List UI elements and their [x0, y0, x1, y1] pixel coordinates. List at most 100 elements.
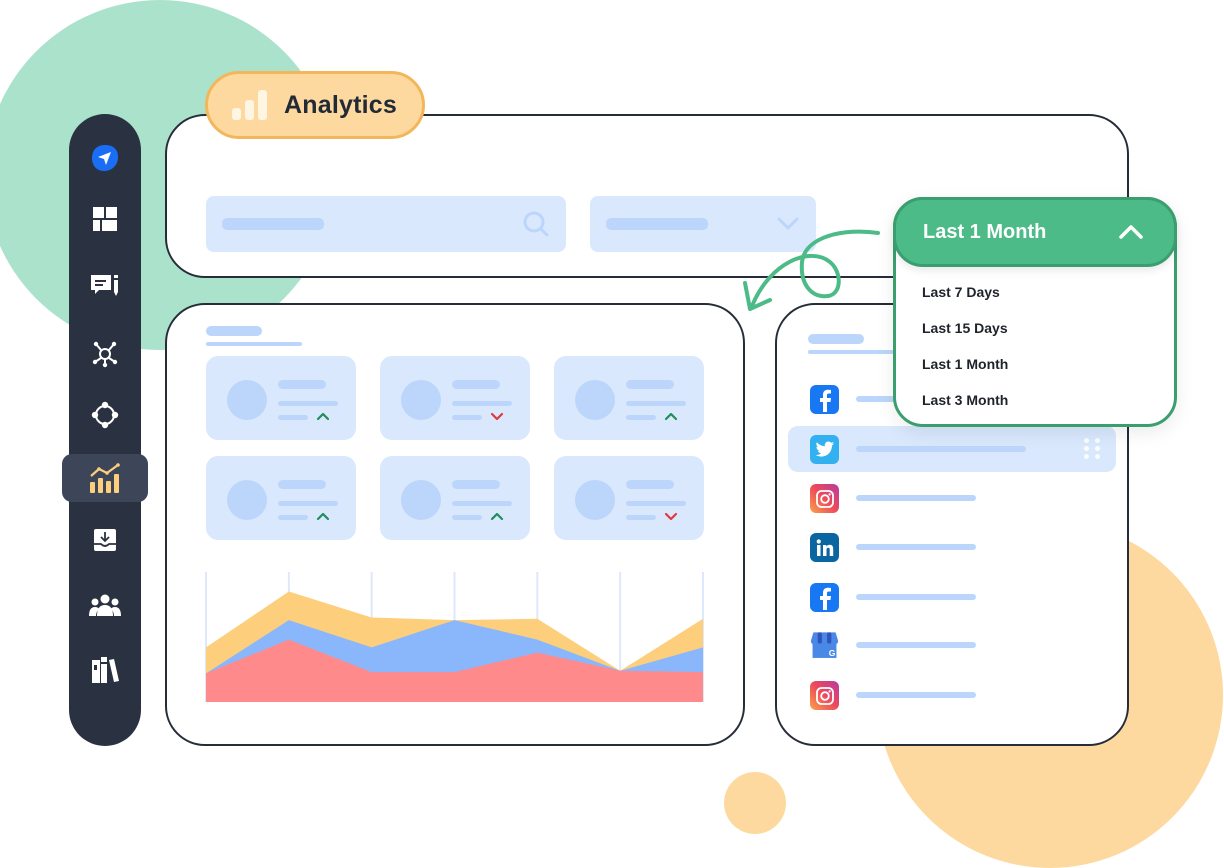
social-subheading-placeholder: [808, 350, 904, 354]
workflow-nodes-icon: [91, 401, 119, 429]
sidebar: [62, 114, 148, 746]
stat-card[interactable]: [380, 456, 530, 540]
trend-up-icon: [490, 512, 504, 521]
date-option-15-days[interactable]: Last 15 Days: [922, 316, 1008, 352]
stat-avatar: [401, 480, 441, 520]
send-logo-icon: [92, 145, 118, 171]
stat-avatar: [575, 380, 615, 420]
sidebar-item-compose[interactable]: [69, 262, 141, 310]
stat-delta-placeholder: [626, 415, 656, 420]
social-account-row-google-business[interactable]: G: [788, 622, 1116, 668]
drag-handle-icon[interactable]: [1084, 438, 1102, 460]
stat-delta-placeholder: [278, 515, 308, 520]
sidebar-item-team[interactable]: [69, 581, 141, 629]
stat-label-placeholder: [626, 480, 674, 489]
network-hub-icon: [92, 341, 118, 368]
date-range-options: Last 7 Days Last 15 Days Last 1 Month La…: [922, 280, 1008, 424]
stat-avatar: [575, 480, 615, 520]
trend-up-icon: [664, 412, 678, 421]
trend-down-icon: [490, 412, 504, 421]
search-placeholder-bar: [222, 218, 324, 230]
twitter-icon: [810, 435, 839, 464]
stat-card[interactable]: [554, 456, 704, 540]
stat-avatar: [227, 380, 267, 420]
stat-delta-placeholder: [452, 515, 482, 520]
social-account-name-placeholder: [856, 594, 976, 600]
social-account-name-placeholder: [856, 544, 976, 550]
sidebar-item-analytics[interactable]: [62, 454, 148, 502]
instagram-icon: [810, 484, 839, 513]
stat-label-placeholder: [452, 380, 500, 389]
sidebar-item-library[interactable]: [69, 646, 141, 694]
trend-up-icon: [316, 512, 330, 521]
stat-delta-placeholder: [626, 515, 656, 520]
stat-card[interactable]: [380, 356, 530, 440]
stat-value-placeholder: [452, 401, 512, 406]
stat-delta-placeholder: [278, 415, 308, 420]
trend-up-icon: [316, 412, 330, 421]
dashboard-grid-icon: [93, 207, 117, 231]
social-heading-placeholder: [808, 334, 864, 344]
chevron-down-icon: [777, 217, 799, 231]
facebook-icon: [810, 385, 839, 414]
select-placeholder-bar: [606, 218, 708, 230]
instagram-icon: [810, 681, 839, 710]
linkedin-icon: [810, 533, 839, 562]
stat-delta-placeholder: [452, 415, 482, 420]
analytics-chart-icon: [90, 463, 120, 493]
library-books-icon: [92, 657, 119, 683]
analytics-title-badge: Analytics: [205, 71, 425, 139]
stat-avatar: [227, 480, 267, 520]
sidebar-item-workflow[interactable]: [69, 391, 141, 439]
date-option-7-days[interactable]: Last 7 Days: [922, 280, 1008, 316]
date-range-dropdown: Last 1 Month Last 7 Days Last 15 Days La…: [893, 197, 1177, 427]
area-chart-svg: [205, 572, 704, 702]
stat-avatar: [401, 380, 441, 420]
stat-label-placeholder: [278, 480, 326, 489]
stat-card[interactable]: [206, 456, 356, 540]
date-option-1-month[interactable]: Last 1 Month: [922, 352, 1008, 388]
google-business-icon: G: [810, 631, 839, 660]
social-account-name-placeholder: [856, 642, 976, 648]
filter-select[interactable]: [590, 196, 816, 252]
sidebar-item-dashboard[interactable]: [69, 195, 141, 243]
decorative-small-orange-circle: [724, 772, 786, 834]
sidebar-item-home[interactable]: [69, 134, 141, 182]
stats-heading-placeholder: [206, 326, 262, 336]
sidebar-item-inbox[interactable]: [69, 516, 141, 564]
facebook-icon: [810, 583, 839, 612]
date-range-toggle[interactable]: Last 1 Month: [893, 197, 1177, 267]
stats-subheading-placeholder: [206, 342, 302, 346]
date-range-selected: Last 1 Month: [923, 220, 1047, 243]
svg-text:G: G: [829, 648, 836, 658]
search-input[interactable]: [206, 196, 566, 252]
stat-label-placeholder: [278, 380, 326, 389]
sidebar-item-network[interactable]: [69, 330, 141, 378]
stat-value-placeholder: [278, 401, 338, 406]
social-account-name-placeholder: [856, 692, 976, 698]
social-account-row-facebook[interactable]: [788, 574, 1116, 620]
stat-label-placeholder: [626, 380, 674, 389]
social-account-row-linkedin[interactable]: [788, 524, 1116, 570]
social-account-row-twitter[interactable]: [788, 426, 1116, 472]
social-account-name-placeholder: [856, 495, 976, 501]
stat-value-placeholder: [278, 501, 338, 506]
search-icon: [523, 211, 549, 237]
date-option-3-month[interactable]: Last 3 Month: [922, 388, 1008, 424]
stat-label-placeholder: [452, 480, 500, 489]
social-account-row-instagram[interactable]: [788, 475, 1116, 521]
stat-card[interactable]: [554, 356, 704, 440]
bar-chart-icon: [232, 90, 270, 120]
stat-value-placeholder: [452, 501, 512, 506]
social-account-row-instagram[interactable]: [788, 672, 1116, 718]
social-account-name-placeholder: [856, 446, 1026, 452]
stat-value-placeholder: [626, 501, 686, 506]
inbox-download-icon: [94, 529, 116, 551]
page-title: Analytics: [284, 90, 397, 119]
stat-card[interactable]: [206, 356, 356, 440]
compose-message-icon: [91, 275, 118, 296]
stat-value-placeholder: [626, 401, 686, 406]
chevron-up-icon: [1119, 225, 1143, 239]
area-chart: [200, 566, 710, 706]
team-users-icon: [89, 594, 121, 616]
